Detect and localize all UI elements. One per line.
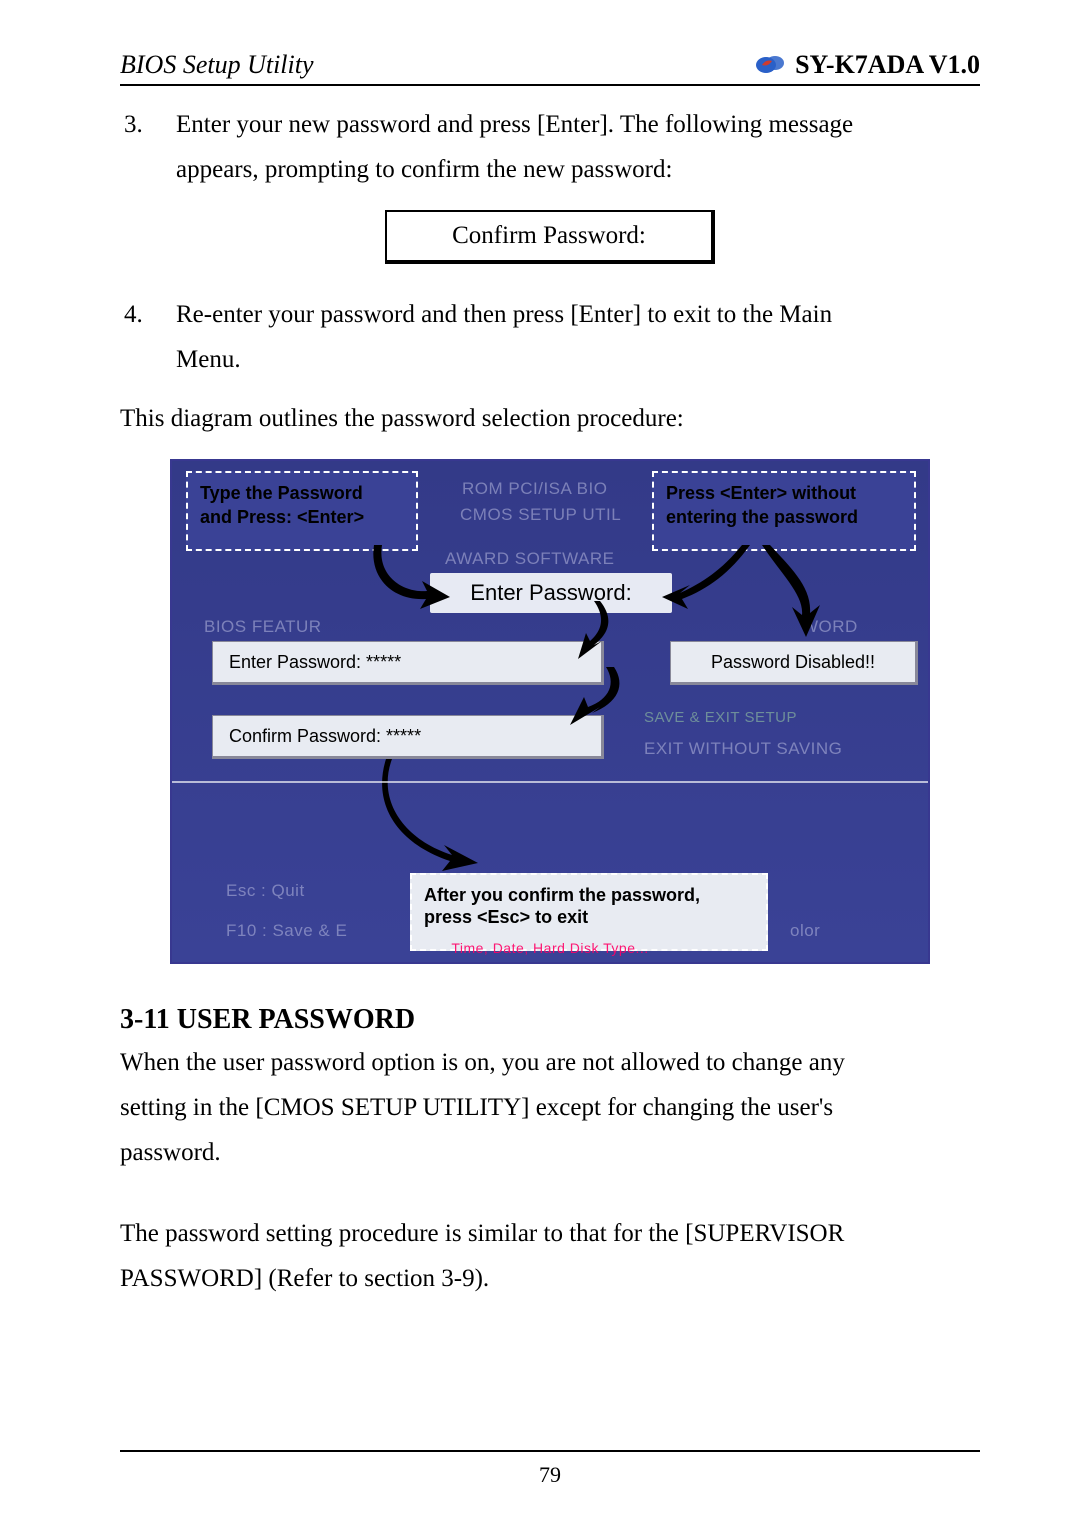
- sec-p1c: password.: [120, 1139, 221, 1166]
- section-heading: 3-11 USER PASSWORD: [120, 1004, 980, 1036]
- header-left: BIOS Setup Utility: [120, 50, 314, 80]
- hint-tl-line1: Type the Password: [200, 481, 404, 505]
- section-paragraph-1: When the user password option is on, you…: [120, 1040, 980, 1175]
- header-right: SY-K7ADA V1.0: [753, 50, 980, 80]
- wm-award: AWARD SOFTWARE: [445, 549, 614, 569]
- hint-bm-line1: After you confirm the password,: [424, 883, 754, 907]
- confirm-password-field-label: Confirm Password: *****: [229, 726, 421, 747]
- page-header: BIOS Setup Utility SY-K7ADA V1.0: [120, 50, 980, 86]
- item4-line2: Menu.: [176, 346, 241, 373]
- hint-bm-line2: press <Esc> to exit: [424, 907, 754, 928]
- wm-esc: Esc : Quit: [226, 881, 305, 901]
- password-disabled-label: Password Disabled!!: [711, 652, 875, 673]
- arrow-icon: [662, 545, 782, 635]
- arrow-icon: [662, 545, 842, 625]
- list-content-3: Enter your new password and press [Enter…: [176, 102, 980, 192]
- item4-line1: Re-enter your password and then press [E…: [176, 301, 832, 328]
- hint-press-enter-empty: Press <Enter> without entering the passw…: [652, 471, 916, 551]
- list-item-3: 3. Enter your new password and press [En…: [120, 102, 980, 192]
- password-disabled-field: Password Disabled!!: [670, 641, 918, 685]
- wm-cmos: CMOS SETUP UTIL: [460, 505, 621, 525]
- list-num-4: 4.: [124, 292, 176, 382]
- section-paragraph-2: The password setting procedure is simila…: [120, 1211, 980, 1301]
- confirm-password-field: Confirm Password: *****: [212, 715, 604, 759]
- enter-password-field: Enter Password: *****: [212, 641, 604, 685]
- item3-line2: appears, prompting to confirm the new pa…: [176, 156, 672, 183]
- arrow-icon: [382, 759, 502, 874]
- sec-p1b: setting in the [CMOS SETUP UTILITY] exce…: [120, 1094, 833, 1121]
- wm-bios-feat: BIOS FEATUR: [204, 617, 322, 637]
- hint-type-password: Type the Password and Press: <Enter>: [186, 471, 418, 551]
- wm-rom: ROM PCI/ISA BIO: [462, 479, 607, 499]
- list-num-3: 3.: [124, 102, 176, 192]
- diagram-intro: This diagram outlines the password selec…: [120, 396, 980, 441]
- diagram-divider: [172, 781, 928, 783]
- sec-p1a: When the user password option is on, you…: [120, 1049, 845, 1076]
- sec-p2a: The password setting procedure is simila…: [120, 1220, 844, 1247]
- item3-line1: Enter your new password and press [Enter…: [176, 111, 853, 138]
- confirm-password-box: Confirm Password:: [385, 210, 715, 264]
- list-content-4: Re-enter your password and then press [E…: [176, 292, 980, 382]
- sec-p2b: PASSWORD] (Refer to section 3-9).: [120, 1265, 489, 1292]
- wm-word: WORD: [802, 617, 858, 637]
- header-model: SY-K7ADA V1.0: [795, 50, 980, 80]
- wm-save-exit: SAVE & EXIT SETUP: [644, 709, 797, 726]
- list-item-4: 4. Re-enter your password and then press…: [120, 292, 980, 382]
- brand-logo-icon: [753, 53, 787, 77]
- wm-f10: F10 : Save & E: [226, 921, 347, 941]
- enter-password-field-label: Enter Password: *****: [229, 652, 401, 673]
- password-procedure-diagram: ROM PCI/ISA BIO CMOS SETUP UTIL AWARD SO…: [170, 459, 930, 964]
- wm-olor: olor: [790, 921, 820, 941]
- hint-tl-line2: and Press: <Enter>: [200, 505, 404, 529]
- hint-tr-line1: Press <Enter> without: [666, 481, 902, 505]
- wm-exit-wo: EXIT WITHOUT SAVING: [644, 739, 842, 759]
- page-footer: 79: [120, 1450, 980, 1488]
- page-number: 79: [539, 1462, 561, 1487]
- enter-password-title: Enter Password:: [430, 573, 672, 613]
- hint-tr-line2: entering the password: [666, 505, 902, 529]
- wm-footer: Time, Date, Hard Disk Type...: [451, 940, 648, 956]
